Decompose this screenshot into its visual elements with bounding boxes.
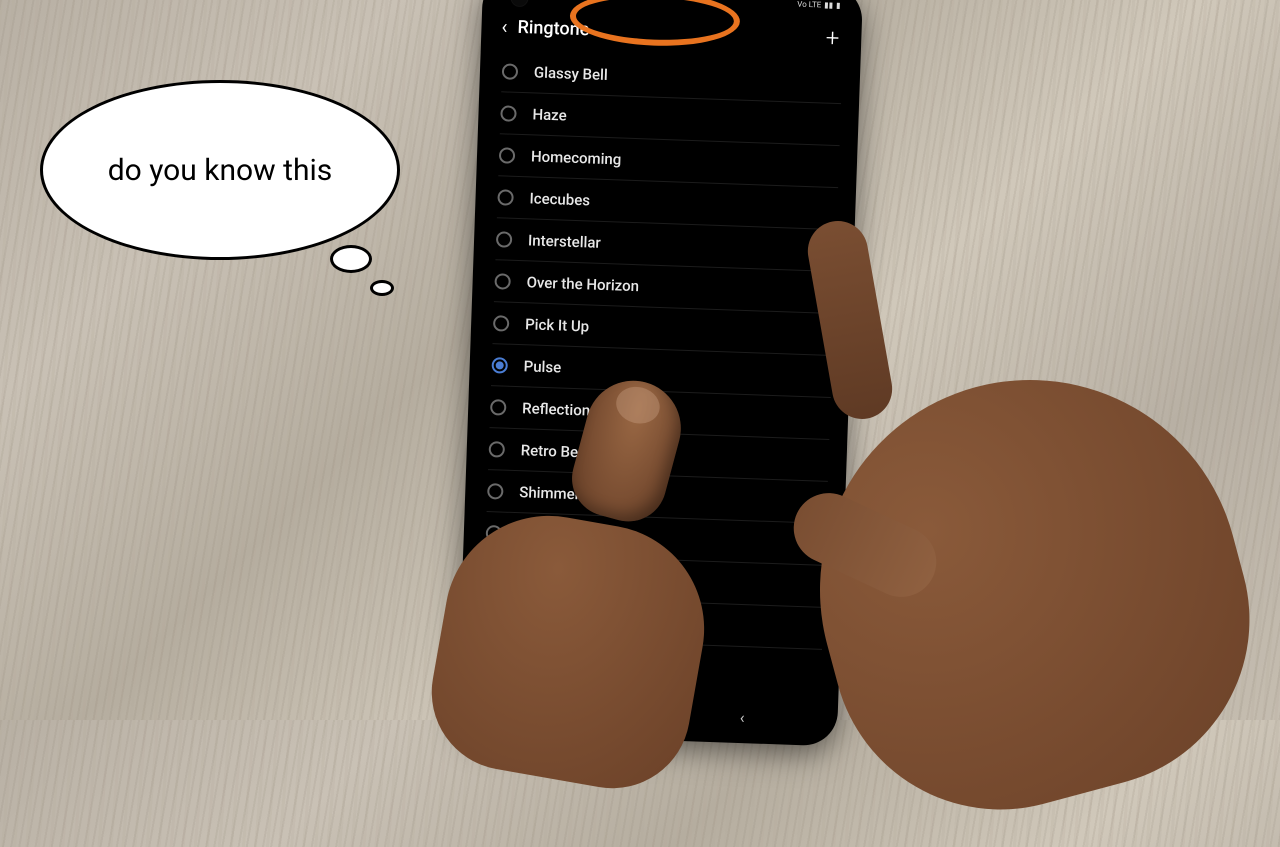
radio-icon[interactable]	[491, 357, 508, 374]
radio-icon[interactable]	[496, 231, 513, 248]
left-hand	[340, 380, 740, 780]
thumb-on-screen	[564, 370, 692, 530]
add-icon[interactable]: +	[825, 24, 840, 52]
signal-icon: ▮▮	[824, 0, 833, 9]
back-icon[interactable]: ‹	[501, 14, 518, 39]
speech-text: do you know this	[108, 153, 333, 188]
battery-icon: ▮	[836, 0, 841, 9]
radio-icon[interactable]	[497, 189, 514, 206]
page-title: Ringtone	[517, 16, 590, 39]
right-hand	[720, 280, 1240, 800]
network-icon: Vo LTE	[797, 0, 821, 9]
radio-icon[interactable]	[493, 315, 510, 332]
ringtone-label: Interstellar	[528, 231, 601, 252]
ringtone-label: Haze	[532, 105, 567, 124]
ringtone-label: Over the Horizon	[526, 273, 639, 295]
radio-icon[interactable]	[499, 147, 516, 164]
ringtone-label: Glassy Bell	[534, 63, 608, 84]
ringtone-label: Pick It Up	[525, 315, 590, 335]
speech-tail	[370, 280, 394, 296]
ringtone-label: Pulse	[523, 357, 561, 376]
ringtone-label: Homecoming	[531, 147, 622, 168]
ringtone-label: Icecubes	[529, 189, 590, 209]
radio-icon[interactable]	[494, 273, 511, 290]
radio-icon[interactable]	[500, 105, 517, 122]
radio-icon[interactable]	[502, 63, 519, 80]
speech-tail	[330, 245, 372, 273]
speech-bubble: do you know this	[40, 80, 400, 260]
